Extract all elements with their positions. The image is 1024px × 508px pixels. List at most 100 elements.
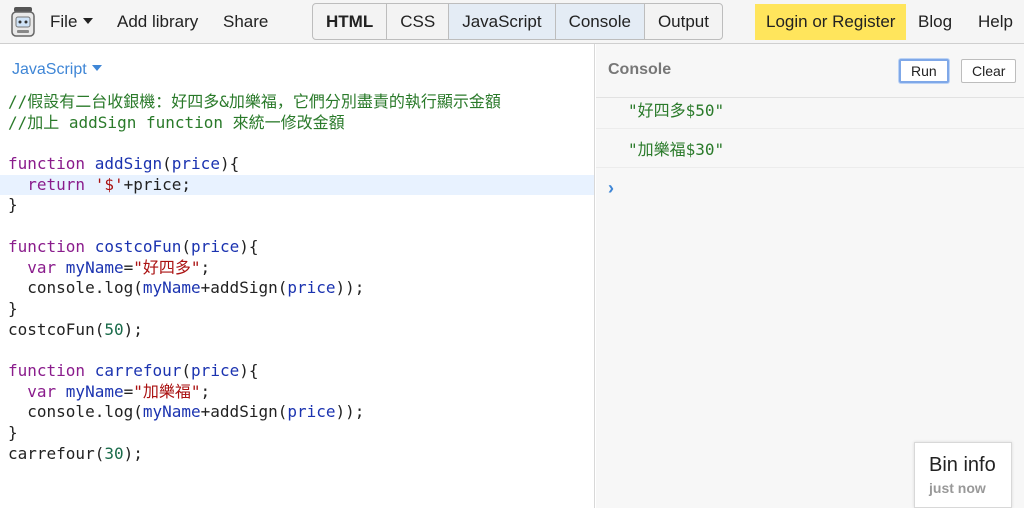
code-line[interactable]: } (0, 195, 594, 216)
code-token: = (123, 381, 134, 401)
console-output-line: "加樂福$30" (628, 140, 725, 159)
code-token: +addSign( (200, 402, 288, 422)
code-token: price (287, 402, 336, 422)
login-register-button[interactable]: Login or Register (755, 4, 907, 40)
code-token: ; (200, 381, 211, 401)
code-token: carrefour( (8, 443, 105, 463)
jsbin-logo-icon[interactable] (10, 6, 36, 38)
code-line[interactable]: function costcoFun(price){ (0, 237, 594, 258)
code-token: '$' (94, 174, 124, 194)
bin-info-timestamp: just now (929, 480, 986, 496)
tab-css-label: CSS (400, 11, 436, 31)
code-token: ; (200, 257, 211, 277)
file-menu[interactable]: File (50, 12, 94, 32)
bin-info-panel[interactable]: Bin info just now (914, 442, 1012, 508)
code-editor[interactable]: //假設有二台收銀機：好四多&加樂福，它們分別盡責的執行顯示金額//加上 add… (0, 92, 594, 464)
code-token: function (8, 360, 95, 380)
code-token: ( (181, 360, 192, 380)
code-token: console.log( (8, 278, 143, 298)
code-token: "加樂福" (133, 381, 201, 401)
language-selector-label: JavaScript (12, 61, 87, 78)
help-link[interactable]: Help (978, 12, 1013, 32)
tab-output[interactable]: Output (643, 4, 722, 39)
code-token: +price; (123, 174, 192, 194)
tab-css[interactable]: CSS (386, 4, 448, 39)
code-token: return (27, 174, 95, 194)
code-token: //加上 addSign function 來統一修改金額 (8, 112, 345, 132)
code-token: } (8, 298, 18, 318)
code-token: addSign (94, 154, 163, 174)
code-token: } (8, 423, 18, 442)
code-line[interactable]: console.log(myName+addSign(price)); (0, 278, 594, 299)
code-token: console.log( (8, 402, 143, 422)
code-line[interactable] (0, 340, 594, 361)
code-token: ){ (239, 360, 259, 380)
code-token: = (123, 257, 134, 277)
divider (596, 167, 1024, 168)
divider (596, 128, 1024, 129)
code-token: ){ (239, 236, 259, 256)
run-button[interactable]: Run (899, 59, 949, 83)
code-line[interactable]: console.log(myName+addSign(price)); (0, 402, 594, 423)
code-token: )); (335, 402, 365, 422)
code-line[interactable] (0, 133, 594, 154)
tab-javascript[interactable]: JavaScript (448, 4, 555, 39)
code-token: price (191, 360, 240, 380)
share-menu[interactable]: Share (223, 12, 268, 32)
code-line[interactable]: function addSign(price){ (0, 154, 594, 175)
code-line[interactable]: carrefour(30); (0, 444, 594, 465)
code-token: ); (123, 319, 143, 339)
code-line[interactable]: var myName="好四多"; (0, 258, 594, 279)
code-token: ){ (219, 154, 240, 174)
code-line[interactable]: //假設有二台收銀機：好四多&加樂福，它們分別盡責的執行顯示金額 (0, 92, 594, 113)
tab-javascript-label: JavaScript (462, 11, 542, 31)
bin-info-title: Bin info (929, 454, 996, 476)
code-token: myName (65, 381, 124, 401)
code-line[interactable]: function carrefour(price){ (0, 361, 594, 382)
code-token: myName (65, 257, 124, 277)
code-token: +addSign( (200, 278, 288, 298)
code-line[interactable] (0, 216, 594, 237)
code-token: function (8, 154, 95, 174)
code-line[interactable]: costcoFun(50); (0, 320, 594, 341)
code-token: 50 (104, 319, 124, 339)
code-line[interactable]: var myName="加樂福"; (0, 382, 594, 403)
code-token: myName (142, 278, 201, 298)
console-title: Console (608, 61, 672, 78)
console-prompt-icon[interactable]: › (608, 178, 614, 199)
code-token: 30 (104, 443, 124, 463)
code-token: //假設有二台收銀機：好四多&加樂福，它們分別盡責的執行顯示金額 (8, 92, 501, 111)
code-line[interactable]: } (0, 299, 594, 320)
code-token: carrefour (94, 360, 182, 380)
add-library-menu[interactable]: Add library (117, 12, 198, 32)
code-token: function (8, 236, 95, 256)
console-output-line: "好四多$50" (628, 101, 725, 120)
tab-console-label: Console (568, 11, 631, 31)
code-token: )); (335, 278, 365, 298)
console-pane: Console Run Clear "好四多$50" "加樂福$30" › (596, 44, 1024, 508)
chevron-down-icon (83, 18, 94, 24)
code-token: price (191, 236, 240, 256)
code-line[interactable]: } (0, 423, 594, 444)
javascript-editor-pane: JavaScript //假設有二台收銀機：好四多&加樂福，它們分別盡責的執行顯… (0, 44, 595, 508)
code-token: ); (123, 443, 143, 463)
tab-html[interactable]: HTML (313, 4, 386, 39)
tab-console[interactable]: Console (554, 4, 644, 39)
clear-button[interactable]: Clear (961, 59, 1017, 83)
tab-output-label: Output (657, 11, 709, 31)
code-token: var (27, 381, 66, 401)
blog-link[interactable]: Blog (918, 12, 952, 32)
file-menu-label: File (50, 12, 78, 31)
code-token: myName (142, 402, 201, 422)
code-token: ( (181, 236, 192, 256)
tab-html-label: HTML (326, 11, 374, 31)
language-selector[interactable]: JavaScript (12, 61, 102, 79)
code-token: price (287, 278, 336, 298)
code-token: ( (162, 154, 172, 174)
code-token: costcoFun( (8, 319, 105, 339)
code-token: price (171, 154, 220, 174)
code-line[interactable]: //加上 addSign function 來統一修改金額 (0, 113, 594, 134)
code-line[interactable]: return '$'+price; (0, 174, 594, 196)
